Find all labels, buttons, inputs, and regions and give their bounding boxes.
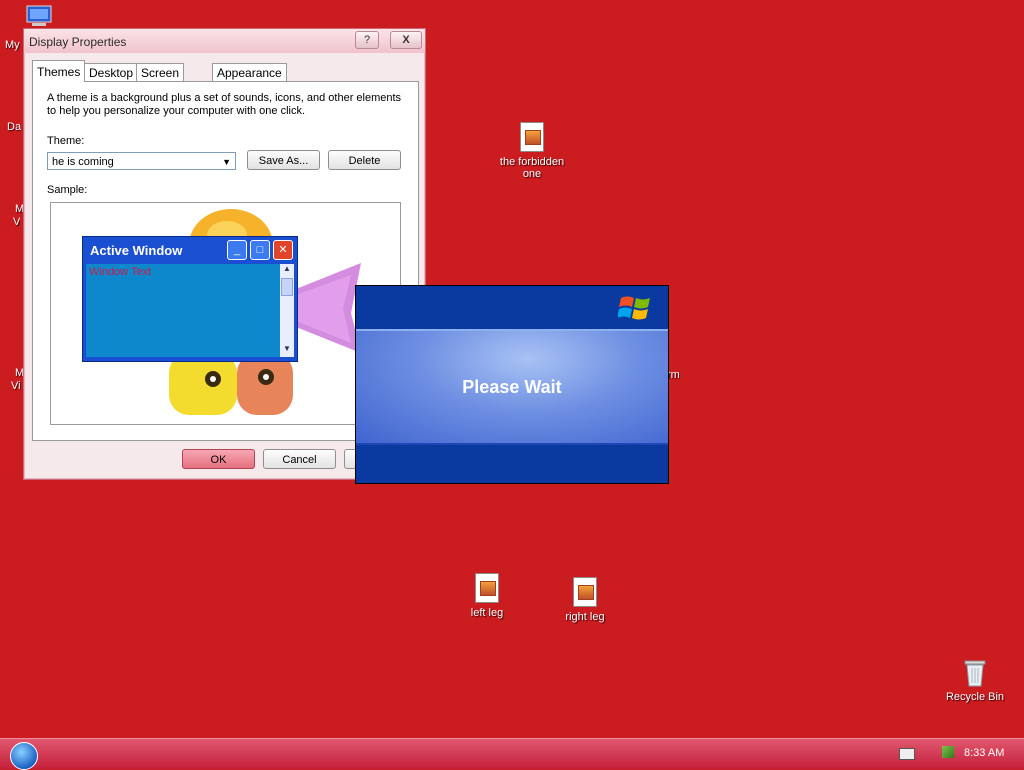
taskbar-clock[interactable]: 8:33 AM xyxy=(964,747,1004,759)
desktop-label-clipped-1[interactable]: My xyxy=(5,39,20,51)
desktop-icon-right-leg[interactable]: right leg xyxy=(540,577,630,623)
theme-label: Theme: xyxy=(47,135,85,147)
ok-button[interactable]: OK xyxy=(182,449,255,469)
desktop-label-clipped-4[interactable]: V xyxy=(13,216,20,228)
desktop-icon-label: the forbidden one xyxy=(499,156,565,180)
scroll-up-icon: ▲ xyxy=(283,264,291,273)
recycle-bin-icon xyxy=(962,657,988,687)
desktop-icon-left-leg[interactable]: left leg xyxy=(442,573,532,619)
active-window-preview: Active Window _ □ ✕ Window Text ▲ ▼ xyxy=(82,236,298,362)
computer-icon xyxy=(26,5,52,26)
sample-label: Sample: xyxy=(47,184,88,196)
maximize-icon: □ xyxy=(250,240,270,260)
start-button[interactable] xyxy=(10,742,38,770)
document-image-icon xyxy=(475,573,499,603)
scroll-thumb xyxy=(281,278,293,296)
please-wait-dialog: Please Wait xyxy=(355,285,669,484)
desktop-icon-recycle-bin[interactable]: Recycle Bin xyxy=(930,657,1020,703)
desktop-icon-label: left leg xyxy=(470,607,504,619)
help-button[interactable]: ? xyxy=(355,31,379,49)
network-icon[interactable] xyxy=(942,746,954,758)
scroll-down-icon: ▼ xyxy=(283,344,291,353)
document-image-icon xyxy=(520,122,544,152)
desktop-icon-my-computer[interactable] xyxy=(24,4,54,28)
desktop-icon-label: Recycle Bin xyxy=(945,691,1005,703)
windows-logo-icon xyxy=(618,296,650,320)
active-window-title: Active Window xyxy=(90,243,183,258)
theme-description: A theme is a background plus a set of so… xyxy=(47,92,402,117)
theme-select[interactable]: he is coming ▼ xyxy=(47,152,236,170)
dialog-title: Display Properties xyxy=(29,35,127,49)
close-icon: ✕ xyxy=(273,240,293,260)
desktop-label-clipped-6[interactable]: Vi xyxy=(11,380,21,392)
window-text: Window Text xyxy=(89,266,152,278)
close-button[interactable]: X xyxy=(390,31,422,49)
dialog-titlebar[interactable]: Display Properties ? X xyxy=(24,29,425,53)
desktop-icon-label: right leg xyxy=(565,611,605,623)
tab-themes[interactable]: Themes xyxy=(32,60,86,82)
theme-select-value: he is coming xyxy=(52,156,114,168)
theme-sample-preview: Active Window _ □ ✕ Window Text ▲ ▼ xyxy=(50,202,401,425)
desktop-icon-the-forbidden-one[interactable]: the forbidden one xyxy=(487,122,577,180)
tab-desktop[interactable]: Desktop xyxy=(84,63,139,82)
delete-button[interactable]: Delete xyxy=(328,150,401,170)
scrollbar: ▲ ▼ xyxy=(280,264,294,357)
keyboard-icon[interactable] xyxy=(899,748,915,760)
please-wait-band: Please Wait xyxy=(356,329,668,445)
chevron-down-icon: ▼ xyxy=(222,157,231,167)
desktop-label-clipped-2[interactable]: Da xyxy=(7,121,21,133)
minimize-icon: _ xyxy=(227,240,247,260)
tab-screen-saver[interactable]: Screen Saver xyxy=(136,63,185,98)
tab-appearance[interactable]: Appearance xyxy=(212,63,287,82)
taskbar: 8:33 AM xyxy=(0,738,1024,770)
active-window-body: Window Text xyxy=(86,264,280,357)
please-wait-text: Please Wait xyxy=(462,377,562,397)
document-image-icon xyxy=(573,577,597,607)
cancel-button[interactable]: Cancel xyxy=(263,449,336,469)
save-as-button[interactable]: Save As... xyxy=(247,150,320,170)
